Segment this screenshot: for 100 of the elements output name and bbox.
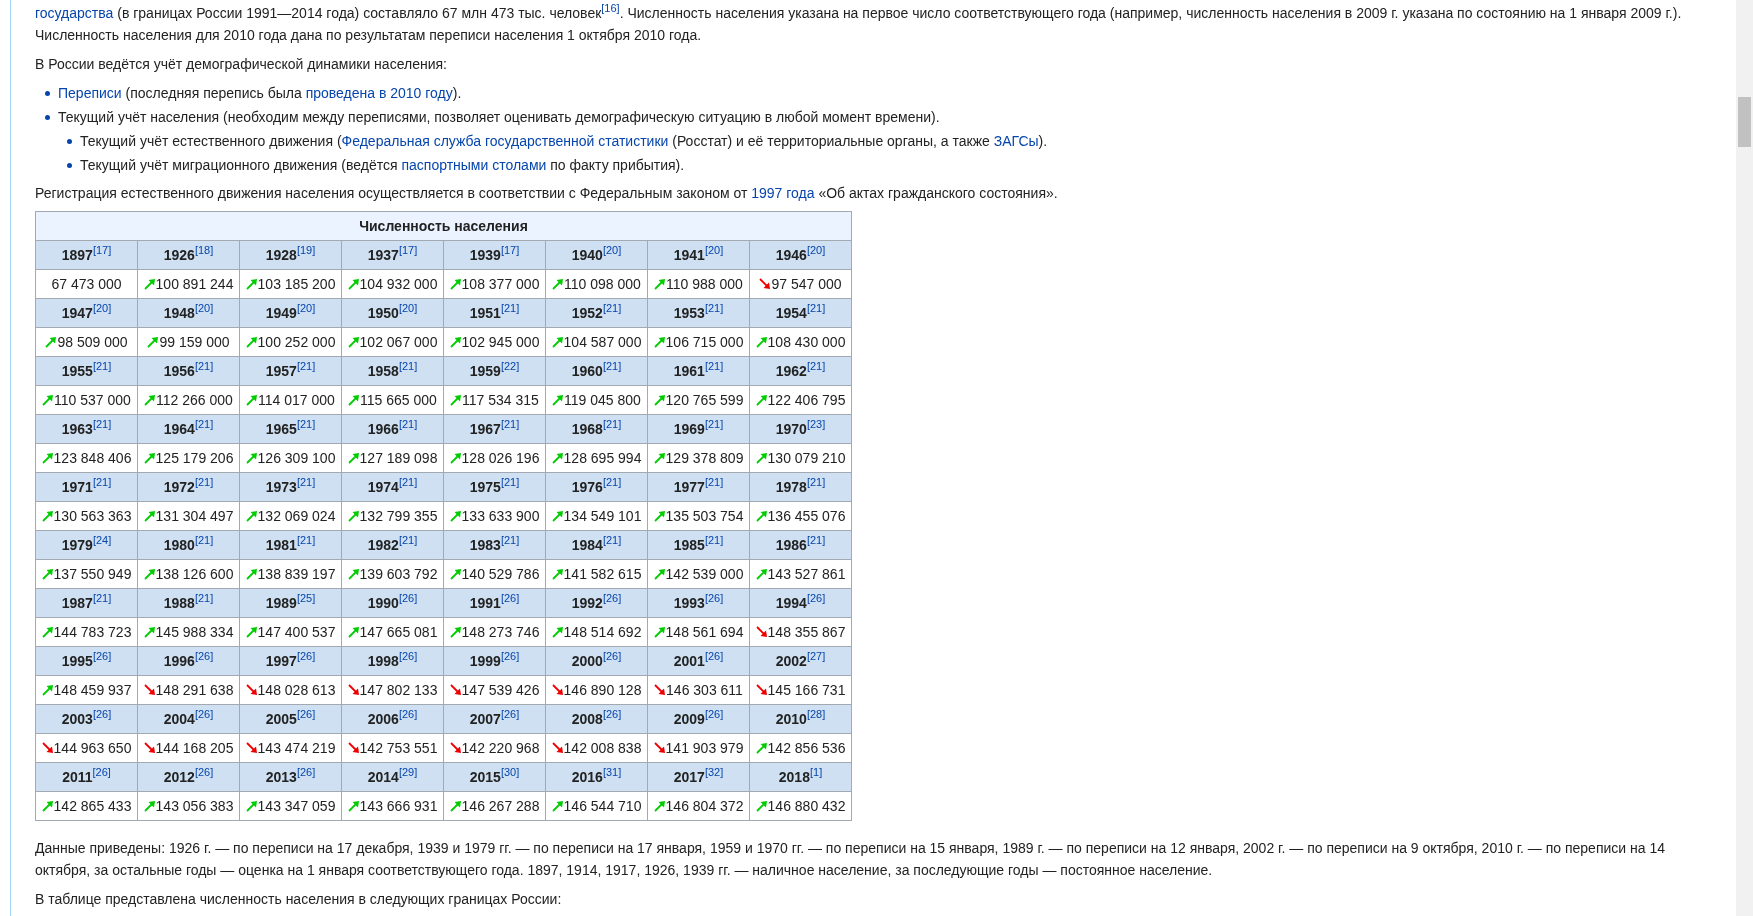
reference-link[interactable]: [26] xyxy=(296,766,316,779)
link[interactable]: проведена в 2010 году xyxy=(305,85,453,101)
reference-link[interactable]: [21] xyxy=(704,476,724,489)
reference-link[interactable]: [27] xyxy=(806,650,826,663)
reference-link[interactable]: [26] xyxy=(92,650,112,663)
reference-link[interactable]: [26] xyxy=(602,592,622,605)
reference-link[interactable]: [17] xyxy=(500,244,520,257)
link[interactable]: паспортными столами xyxy=(401,157,547,173)
reference-link[interactable]: [21] xyxy=(296,476,316,489)
reference-link[interactable]: [26] xyxy=(602,650,622,663)
reference-link[interactable]: [26] xyxy=(500,708,520,721)
reference-link[interactable]: [21] xyxy=(806,476,826,489)
reference-link[interactable]: [26] xyxy=(398,592,418,605)
reference-link[interactable]: [21] xyxy=(296,360,316,373)
reference-link[interactable]: [28] xyxy=(806,708,826,721)
reference-link[interactable]: [21] xyxy=(500,534,520,547)
reference-link[interactable]: [20] xyxy=(704,244,724,257)
reference-link[interactable]: [20] xyxy=(806,244,826,257)
reference-link[interactable]: [21] xyxy=(500,476,520,489)
reference-link[interactable]: [26] xyxy=(704,592,724,605)
scrollbar-thumb[interactable] xyxy=(1738,97,1751,147)
reference-link[interactable]: [19] xyxy=(296,244,316,257)
reference-link[interactable]: [21] xyxy=(398,360,418,373)
reference-link[interactable]: [21] xyxy=(704,534,724,547)
reference-link[interactable]: [26] xyxy=(806,592,826,605)
reference-link[interactable]: [20] xyxy=(92,302,112,315)
reference-link[interactable]: [26] xyxy=(704,708,724,721)
reference-link[interactable]: [18] xyxy=(194,244,214,257)
reference-link[interactable]: [21] xyxy=(194,360,214,373)
year-header-cell: 2015$^{[30]}$ xyxy=(443,762,546,792)
reference-link[interactable]: [21] xyxy=(92,360,112,373)
reference-link[interactable]: [26] xyxy=(296,708,316,721)
reference-link[interactable]: [21] xyxy=(602,476,622,489)
reference-link[interactable]: [21] xyxy=(704,418,724,431)
arrow-up-icon xyxy=(245,567,258,580)
reference-link[interactable]: [21] xyxy=(296,418,316,431)
reference-link[interactable]: [26] xyxy=(500,650,520,663)
arrow-down-icon xyxy=(653,741,666,754)
reference-link[interactable]: [29] xyxy=(398,766,418,779)
reference-link[interactable]: [1] xyxy=(809,766,823,779)
population-value: 147 665 081 xyxy=(359,623,438,640)
reference-link[interactable]: [21] xyxy=(806,534,826,547)
reference-link[interactable]: [20] xyxy=(296,302,316,315)
reference-link[interactable]: [21] xyxy=(296,534,316,547)
reference-link[interactable]: [21] xyxy=(806,360,826,373)
reference-link[interactable]: [26] xyxy=(194,650,214,663)
link[interactable]: государства xyxy=(35,5,114,21)
reference-link[interactable]: [21] xyxy=(92,476,112,489)
arrow-down-icon xyxy=(759,277,772,290)
reference-link[interactable]: [26] xyxy=(704,650,724,663)
reference-link[interactable]: [20] xyxy=(602,244,622,257)
reference-link[interactable]: [21] xyxy=(704,302,724,315)
reference-link[interactable]: [26] xyxy=(92,708,112,721)
reference-link[interactable]: [21] xyxy=(194,476,214,489)
list-item-text: Текущий учёт естественного движения (Федеральная служба государственной статистики (Росстат) и её территориальные органы, а также ЗАГСы). xyxy=(80,132,1048,151)
reference-link[interactable]: [21] xyxy=(194,418,214,431)
reference-link[interactable]: [26] xyxy=(398,650,418,663)
reference-link[interactable]: [21] xyxy=(398,418,418,431)
link[interactable]: ЗАГСы xyxy=(993,133,1039,149)
reference-link[interactable]: [21] xyxy=(500,418,520,431)
reference-link[interactable]: [21] xyxy=(398,534,418,547)
year-header-cell: 2008$^{[26]}$ xyxy=(545,704,648,734)
reference-link[interactable]: [26] xyxy=(500,592,520,605)
reference-link[interactable]: [21] xyxy=(194,592,214,605)
table-caption: Численность населения xyxy=(35,211,852,241)
reference-link[interactable]: [31] xyxy=(602,766,622,779)
link[interactable]: Переписи xyxy=(58,85,122,101)
reference-link[interactable]: [17] xyxy=(92,244,112,257)
reference-link[interactable]: [16] xyxy=(601,2,620,15)
reference-link[interactable]: [26] xyxy=(296,650,316,663)
link[interactable]: Федеральная служба государственной статистики xyxy=(341,133,669,149)
reference-link[interactable]: [20] xyxy=(194,302,214,315)
reference-link[interactable]: [32] xyxy=(704,766,724,779)
reference-link[interactable]: [24] xyxy=(92,534,112,547)
reference-link[interactable]: [26] xyxy=(92,766,111,779)
reference-link[interactable]: [21] xyxy=(500,302,520,315)
reference-link[interactable]: [22] xyxy=(500,360,520,373)
year-header-cell: 1975$^{[21]}$ xyxy=(443,472,546,502)
reference-link[interactable]: [26] xyxy=(194,766,214,779)
reference-link[interactable]: [17] xyxy=(398,244,418,257)
reference-link[interactable]: [20] xyxy=(398,302,418,315)
reference-link[interactable]: [21] xyxy=(398,476,418,489)
reference-link[interactable]: [26] xyxy=(194,708,214,721)
reference-link[interactable]: [30] xyxy=(500,766,520,779)
reference-link[interactable]: [21] xyxy=(602,302,622,315)
reference-link[interactable]: [25] xyxy=(296,592,316,605)
reference-link[interactable]: [21] xyxy=(92,592,112,605)
reference-link[interactable]: [21] xyxy=(704,360,724,373)
reference-link[interactable]: [21] xyxy=(194,534,214,547)
reference-link[interactable]: [21] xyxy=(806,302,826,315)
reference-link[interactable]: [21] xyxy=(92,418,112,431)
reference-link[interactable]: [21] xyxy=(602,534,622,547)
arrow-up-icon xyxy=(755,567,768,580)
link[interactable]: 1997 года xyxy=(751,185,815,201)
reference-link[interactable]: [26] xyxy=(602,708,622,721)
reference-link[interactable]: [23] xyxy=(806,418,826,431)
reference-link[interactable]: [26] xyxy=(398,708,418,721)
reference-link[interactable]: [21] xyxy=(602,418,622,431)
reference-link[interactable]: [21] xyxy=(602,360,622,373)
arrow-up-icon xyxy=(654,277,667,290)
